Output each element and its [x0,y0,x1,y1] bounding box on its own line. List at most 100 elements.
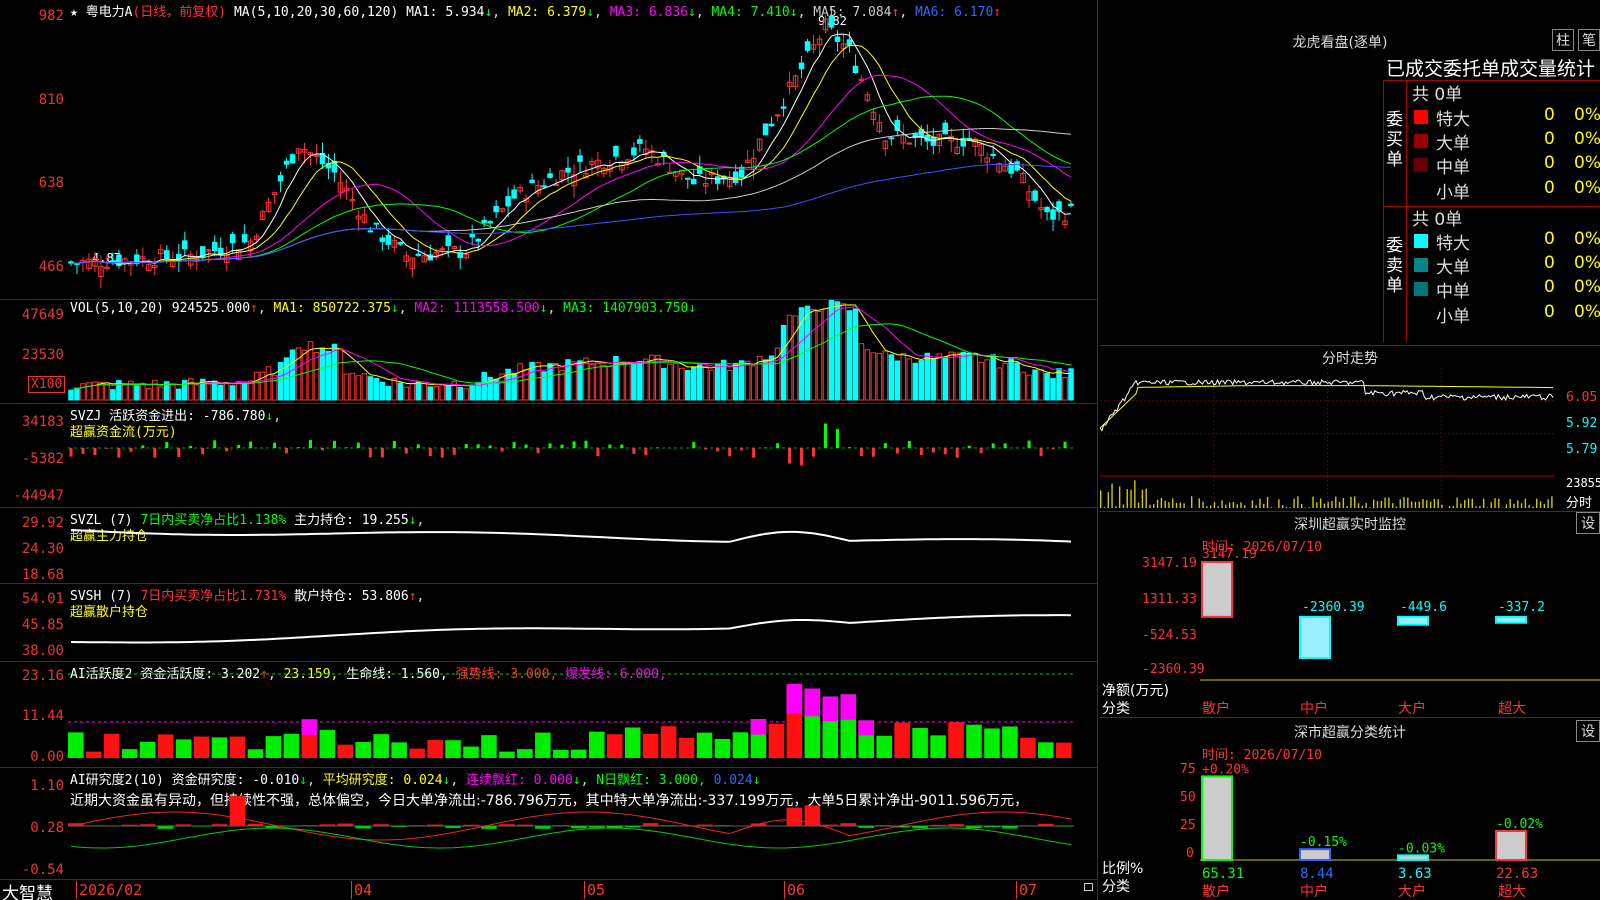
research-bar [696,824,713,826]
lock-icon[interactable] [1084,883,1093,891]
volume-bar [912,362,919,401]
research-bar [876,825,892,826]
research-bar [391,826,407,827]
y-tick: -0.54 [21,862,64,878]
classify-title: 深市超赢分类统计 [1294,725,1406,741]
svsh-pane[interactable]: SVSH (7) 7日内买卖净占比1.731% 散户持仓: 53.806↑, 超… [0,584,1098,662]
volume-bar [870,352,877,401]
candlestick-chart[interactable] [68,0,1098,300]
volume-bar [637,361,643,401]
research-bar [571,826,587,829]
volume-bar [146,388,152,401]
classify-value: 65.31 [1202,866,1244,882]
volume-bar [553,362,559,401]
volume-bar [1050,378,1056,401]
research-bar [1002,826,1018,829]
candle-body [511,189,517,199]
volume-bar [481,371,487,401]
intraday-vol-bar [1202,501,1204,508]
intraday-vol-bar [1407,497,1409,508]
activity-bar-top [840,694,857,720]
research-bar [624,826,641,828]
candle-pane[interactable]: ★ 粤电力A(日线，前复权) MA(5,10,20,30,60,120) MA1… [0,0,1098,300]
classify-settings-button[interactable]: 设 [1576,720,1600,742]
intraday-vol-bar [1149,504,1151,508]
intraday-panel[interactable]: 分时走势 6.05 5.92 5.79 23855 分时 [1100,346,1600,512]
activity-bar [966,724,982,758]
monitor-chart[interactable]: 3147.19 -2360.39 -449.6 -337.2 [1200,548,1600,698]
intraday-vol-bar [1251,500,1254,508]
svzl-chart[interactable] [68,508,1098,584]
activity-bar [193,736,210,758]
volume-bar [457,386,463,401]
y-tick: 1.10 [30,778,64,794]
ai-activity-pane[interactable]: AI活跃度2 资金活跃度: 3.202↑, 23.159, 生命线: 1.560… [0,662,1098,768]
volume-bar [1062,376,1068,401]
intraday-vol-bar [1168,502,1170,508]
svsh-chart[interactable] [68,584,1098,662]
candle-body [487,221,493,224]
volume-bar [403,386,410,401]
x-tick: 06 [784,881,805,899]
volume-chart[interactable] [68,300,1098,404]
volume-bar [1026,374,1032,401]
research-bar [499,824,515,826]
activity-bar [319,729,336,758]
volume-bar [511,372,517,401]
vol-unit-badge[interactable]: X100 [28,376,66,393]
volume-bar [140,383,146,401]
price-tick: 5.92 [1566,416,1598,431]
buy-row-special: 特大 0 0% [1406,105,1600,130]
intraday-chart[interactable] [1100,368,1565,510]
ai-research-chart[interactable] [68,768,1098,880]
tick-view-button[interactable]: 笔 [1578,29,1600,51]
intraday-vol-bar [1331,501,1333,508]
volume-bar [122,384,128,401]
intraday-vol-bar [1467,498,1470,508]
chart-area[interactable]: ★ 粤电力A(日线，前复权) MA(5,10,20,30,60,120) MA1… [0,0,1098,900]
monitor-settings-button[interactable]: 设 [1576,512,1600,534]
svzj-chart[interactable] [68,404,1098,508]
research-bar [463,824,479,826]
volume-pane[interactable]: VOL(5,10,20) 924525.000↑, MA1: 850722.37… [0,300,1098,404]
intraday-vol-bar [1505,504,1508,508]
cat-label: 超大 [1498,884,1526,900]
classify-chart[interactable]: +0.20% 65.31 -0.15% 8.44 -0.03% 3.63 -0.02% 22.… [1200,754,1600,896]
monitor-bar [1299,615,1331,660]
research-bar [373,824,389,826]
volume-bar [571,361,577,401]
activity-bar [912,728,928,758]
activity-bar [606,734,623,758]
ai-research-pane[interactable]: AI研究度2(10) 资金研究度: -0.010↓, 平均研究度: 0.024↓… [0,768,1098,880]
volume-bar [625,361,631,401]
volume-bar [661,367,667,401]
intraday-vol-bar [1217,506,1219,508]
y-tick: 24.30 [21,541,64,557]
candle-body [379,237,386,243]
brand-logo: 大智慧 [2,884,53,900]
intraday-vol-bar [1244,505,1246,508]
svzl-pane[interactable]: SVZL (7) 7日内买卖净占比1.138% 主力持仓: 19.255↓, 超… [0,508,1098,584]
research-bar [229,795,246,826]
intraday-vol: 23855 [1566,476,1600,490]
research-bar [1038,823,1054,826]
volume-bar [409,382,416,401]
intraday-vol-bar [1100,490,1102,508]
volume-bar [978,361,984,401]
volume-bar [1014,362,1020,401]
intraday-vol-bar [1293,498,1295,508]
activity-bar-top [858,720,874,736]
activity-bar [355,741,371,758]
bar-view-button[interactable]: 柱 [1552,29,1574,51]
activity-bar [553,749,569,758]
candle-body [684,177,691,180]
svzj-pane[interactable]: SVZJ 活跃资金进出: -786.780↓, 超赢资金流(万元) 34183 … [0,404,1098,508]
research-bar [121,824,138,826]
activity-bar [85,751,102,758]
volume-bar [607,365,613,401]
y-tick: -5382 [21,451,64,467]
classify-change: -0.02% [1496,817,1543,832]
intraday-vol-bar [1115,506,1117,508]
ai-activity-chart[interactable] [68,662,1098,768]
classify-change: -0.15% [1300,835,1347,850]
